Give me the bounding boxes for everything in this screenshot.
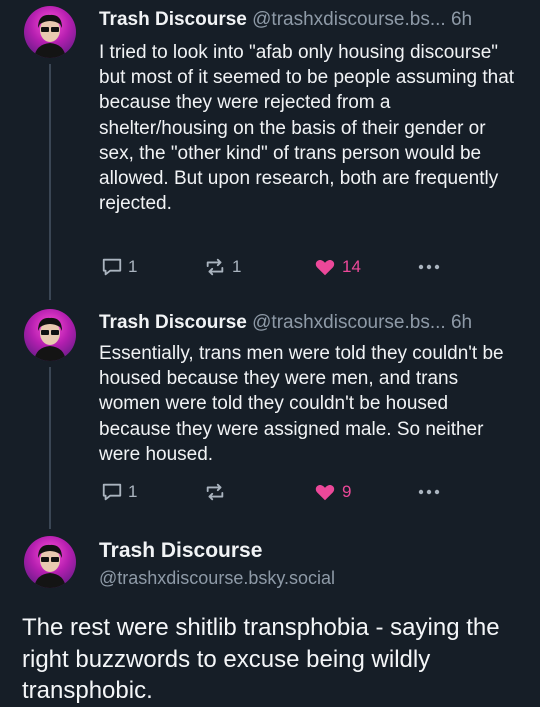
- repost-icon: [206, 258, 224, 276]
- reply-button[interactable]: 1: [101, 480, 137, 504]
- main-author-name[interactable]: Trash Discourse: [99, 538, 262, 564]
- more-icon: [418, 489, 440, 495]
- repost-count: 1: [232, 257, 242, 276]
- author-handle[interactable]: @trashxdiscourse.bs...: [252, 312, 446, 333]
- like-button[interactable]: 14: [313, 255, 361, 279]
- reply-count: 1: [128, 257, 138, 276]
- post-header: Trash Discourse @trashxdiscourse.bs... 6…: [99, 8, 472, 32]
- author-name[interactable]: Trash Discourse: [99, 312, 247, 333]
- heart-icon: [315, 260, 335, 276]
- reply-button[interactable]: 1: [101, 255, 137, 279]
- reply-icon: [102, 258, 122, 276]
- reply-icon: [102, 483, 122, 501]
- post-time[interactable]: 6h: [451, 312, 472, 333]
- avatar[interactable]: [24, 309, 76, 361]
- author-name[interactable]: Trash Discourse: [99, 9, 247, 30]
- post-actions: 1 9: [99, 480, 459, 504]
- repost-icon: [206, 483, 224, 501]
- thread-feed: Trash Discourse @trashxdiscourse.bs... 6…: [0, 0, 540, 707]
- thread-post-2[interactable]: Trash Discourse @trashxdiscourse.bs... 6…: [0, 303, 540, 529]
- main-author-handle[interactable]: @trashxdiscourse.bsky.social: [99, 566, 335, 590]
- post-actions: 1 1 14: [99, 255, 459, 279]
- like-count: 14: [342, 257, 361, 276]
- avatar[interactable]: [24, 536, 76, 588]
- reply-count: 1: [128, 482, 138, 501]
- thread-connector: [49, 367, 51, 529]
- thread-post-1[interactable]: Trash Discourse @trashxdiscourse.bs... 6…: [0, 0, 540, 300]
- post-header: Trash Discourse @trashxdiscourse.bs... 6…: [99, 311, 472, 335]
- repost-button[interactable]: 1: [203, 255, 241, 279]
- author-handle[interactable]: @trashxdiscourse.bs...: [252, 9, 446, 30]
- more-icon: [418, 264, 440, 270]
- avatar[interactable]: [24, 6, 76, 58]
- main-post-text: The rest were shitlib transphobia - sayi…: [22, 614, 500, 704]
- heart-icon: [315, 485, 335, 501]
- post-text: Essentially, trans men were told they co…: [99, 343, 504, 465]
- like-button[interactable]: 9: [313, 480, 351, 504]
- like-count: 9: [342, 482, 352, 501]
- post-time[interactable]: 6h: [451, 9, 472, 30]
- more-options-button[interactable]: [417, 255, 441, 279]
- more-options-button[interactable]: [417, 480, 441, 504]
- repost-button[interactable]: [203, 480, 232, 504]
- post-text: I tried to look into "afab only housing …: [99, 42, 515, 215]
- thread-connector: [49, 64, 51, 300]
